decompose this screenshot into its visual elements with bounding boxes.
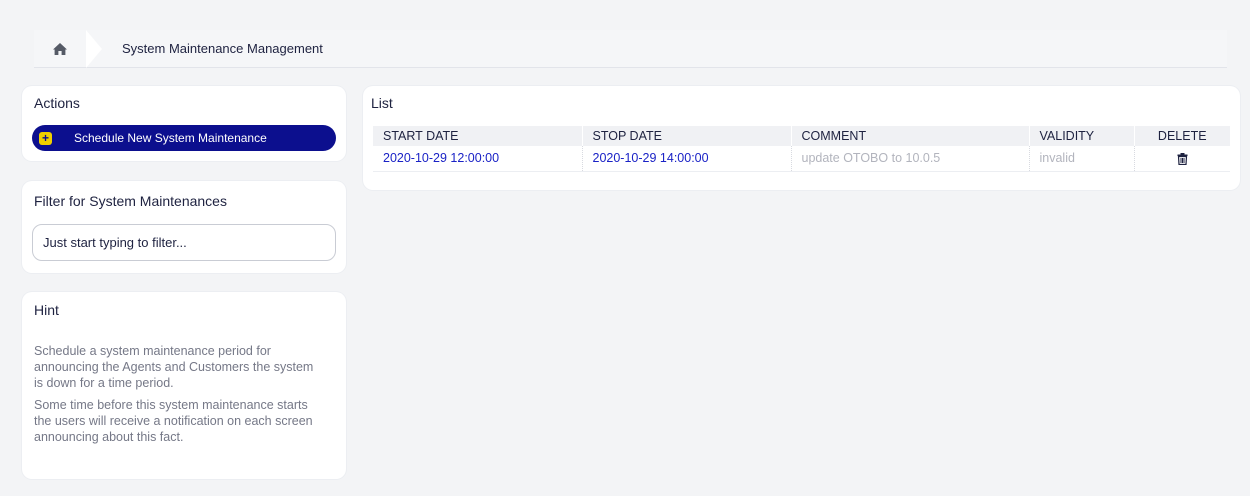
filter-input[interactable] bbox=[32, 224, 336, 261]
plus-square-icon: + bbox=[39, 131, 52, 145]
column-header-comment[interactable]: COMMENT bbox=[790, 126, 1029, 146]
breadcrumb-current[interactable]: System Maintenance Management bbox=[122, 41, 323, 56]
column-header-stop-date[interactable]: STOP DATE bbox=[581, 126, 791, 146]
list-panel: List START DATE STOP DATE COMMENT VALIDI… bbox=[363, 86, 1240, 190]
maintenance-table: START DATE STOP DATE COMMENT VALIDITY DE… bbox=[373, 126, 1230, 172]
start-date-link[interactable]: 2020-10-29 12:00:00 bbox=[373, 146, 582, 172]
hint-panel: Hint Schedule a system maintenance perio… bbox=[22, 292, 346, 479]
delete-button[interactable] bbox=[1133, 146, 1230, 172]
validity-cell: invalid bbox=[1028, 146, 1134, 172]
stop-date-link[interactable]: 2020-10-29 14:00:00 bbox=[581, 146, 791, 172]
schedule-new-maintenance-button[interactable]: + Schedule New System Maintenance bbox=[32, 125, 336, 151]
hint-title: Hint bbox=[34, 302, 59, 318]
breadcrumb-separator bbox=[86, 29, 102, 68]
list-title: List bbox=[371, 95, 393, 111]
comment-cell: update OTOBO to 10.0.5 bbox=[790, 146, 1029, 172]
filter-panel: Filter for System Maintenances bbox=[22, 181, 346, 273]
hint-paragraph: Schedule a system maintenance period for… bbox=[34, 344, 314, 390]
filter-title: Filter for System Maintenances bbox=[34, 193, 227, 209]
column-header-delete: DELETE bbox=[1133, 126, 1230, 146]
table-header-row: START DATE STOP DATE COMMENT VALIDITY DE… bbox=[373, 126, 1230, 146]
home-icon bbox=[53, 42, 67, 55]
hint-paragraph: Some time before this system maintenance… bbox=[34, 398, 313, 444]
column-header-start-date[interactable]: START DATE bbox=[373, 126, 582, 146]
table-row: 2020-10-29 12:00:00 2020-10-29 14:00:00 … bbox=[373, 146, 1230, 172]
column-header-validity[interactable]: VALIDITY bbox=[1028, 126, 1134, 146]
actions-title: Actions bbox=[34, 95, 80, 111]
trash-icon bbox=[1177, 152, 1188, 166]
breadcrumb: System Maintenance Management bbox=[34, 29, 1227, 68]
schedule-button-label: Schedule New System Maintenance bbox=[74, 131, 267, 145]
home-link[interactable] bbox=[34, 29, 102, 68]
